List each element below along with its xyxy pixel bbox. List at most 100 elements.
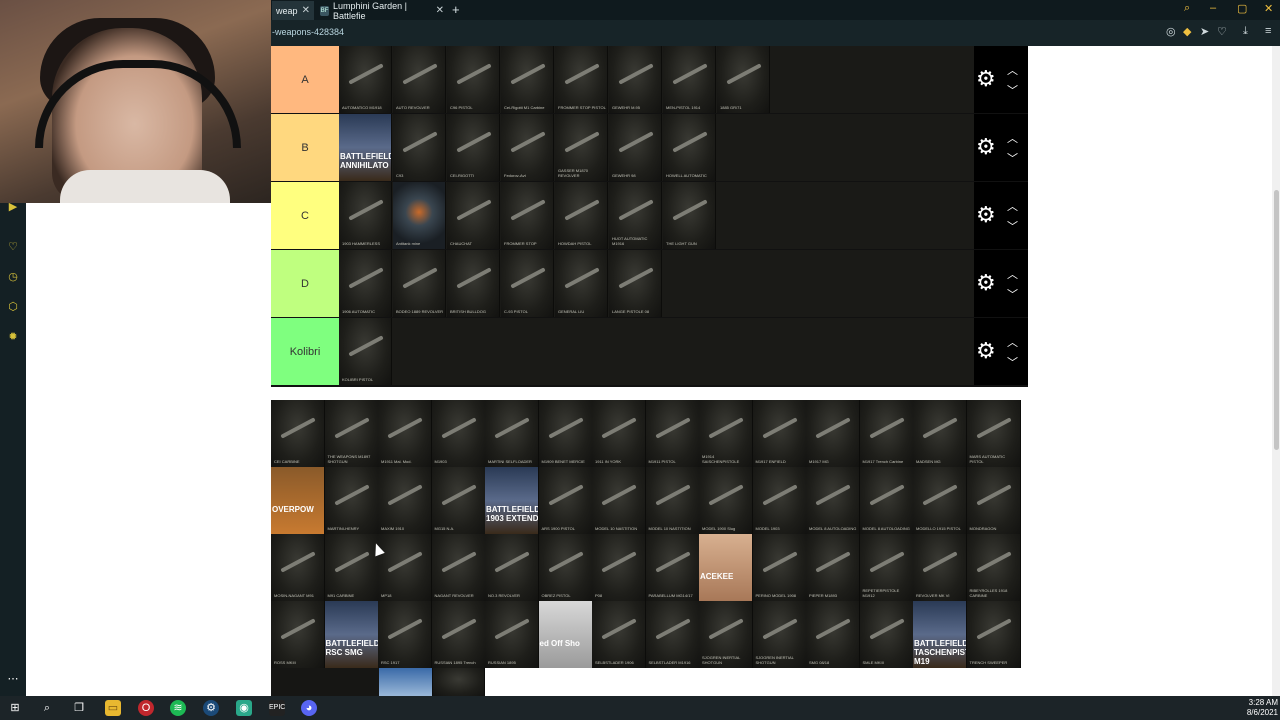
tier-label[interactable]: A: [271, 46, 339, 113]
weapon-card[interactable]: KOLIBRI PISTOL: [339, 318, 392, 385]
weapon-card[interactable]: SMLE MKIII: [859, 601, 914, 668]
weapon-card[interactable]: SELBSTLADER 1906: [592, 601, 646, 668]
tier-label[interactable]: B: [271, 114, 339, 181]
weapon-card[interactable]: BRITISH BULLDOG: [447, 250, 500, 317]
weapon-card[interactable]: ed Off Sho: [538, 601, 593, 668]
weapon-card[interactable]: MG15 N.A.: [431, 467, 486, 534]
weapon-card[interactable]: GENERAL LIU: [555, 250, 608, 317]
weapon-card[interactable]: REVOLVER MK VI: [913, 534, 967, 601]
weapon-card[interactable]: 1911 IN YORK: [592, 400, 646, 467]
tier-label[interactable]: Kolibri: [271, 318, 339, 385]
weapon-card[interactable]: NAGANT REVOLVER: [431, 534, 486, 601]
chevron-up-icon[interactable]: ︿: [1007, 130, 1018, 146]
weapon-card[interactable]: Fedorov-Avt: [501, 114, 554, 181]
weapon-card[interactable]: [433, 668, 485, 696]
file-explorer-icon[interactable]: ▭: [105, 700, 121, 716]
weapon-card[interactable]: AUTO REVOLVER: [393, 46, 446, 113]
weapon-card[interactable]: C96 PISTOL: [447, 46, 500, 113]
weapon-card[interactable]: SJOGREN INERTIAL SHOTGUN: [699, 601, 753, 668]
spotify-icon[interactable]: ≋: [170, 700, 186, 716]
task-view-icon[interactable]: ❐: [71, 700, 87, 716]
weapon-card[interactable]: 1885 GR/71: [717, 46, 770, 113]
weapon-card[interactable]: MAXIM 1910: [378, 467, 432, 534]
gear-icon[interactable]: ⚙: [976, 68, 996, 90]
weapon-card[interactable]: MADSEN MG: [913, 400, 967, 467]
weapon-card[interactable]: GASSER M1870 REVOLVER: [555, 114, 608, 181]
weapon-card[interactable]: HOWDAH PISTOL: [555, 182, 608, 249]
weapon-card[interactable]: BATTLEFIELD RSC SMG: [324, 601, 379, 668]
weapon-card[interactable]: MONDRAGON: [966, 467, 1021, 534]
system-clock[interactable]: 3:28 AM 8/6/2021: [1236, 698, 1278, 718]
weapon-card[interactable]: GEWEHR 98: [609, 114, 662, 181]
scrollbar-thumb[interactable]: [1274, 190, 1279, 450]
search-icon[interactable]: ⌕: [1184, 2, 1190, 15]
weapon-card[interactable]: TRENCH SWEEPER: [966, 601, 1021, 668]
weapon-card[interactable]: BATTLEFIELD 1903 EXTEND: [485, 467, 539, 534]
weapon-card[interactable]: RSC 1917: [378, 601, 432, 668]
close-icon[interactable]: ✕: [298, 5, 310, 16]
weapon-card[interactable]: THE WEAPONS M1897 SHOTGUN: [324, 400, 379, 467]
chevron-up-icon[interactable]: ︿: [1007, 266, 1018, 282]
weapon-card[interactable]: P08: [592, 534, 646, 601]
weapon-card[interactable]: CHAUCHAT: [447, 182, 500, 249]
weapon-card[interactable]: PARABELLUM MG14/17: [645, 534, 700, 601]
tier-label[interactable]: D: [271, 250, 339, 317]
weapon-card[interactable]: PIEPER M1893: [806, 534, 860, 601]
url-field[interactable]: -weapons-428384: [272, 27, 344, 37]
heart-icon[interactable]: ♡: [6, 240, 20, 254]
weapon-card[interactable]: M1914 SAISCHENPISTOLE: [699, 400, 753, 467]
weapon-card[interactable]: OVERPOW: [271, 467, 325, 534]
weapon-card[interactable]: SELBSTLADER M1916: [645, 601, 700, 668]
menu-icon[interactable]: ≡: [1265, 25, 1271, 37]
weapon-card[interactable]: MOSIN-NAGANT M91: [271, 534, 325, 601]
chevron-up-icon[interactable]: ︿: [1007, 334, 1018, 350]
weapon-card[interactable]: C93: [393, 114, 446, 181]
discord-icon[interactable]: ◕: [301, 700, 317, 716]
more-icon[interactable]: ⋯: [6, 672, 20, 686]
weapon-card[interactable]: CEI CARBINE: [271, 400, 325, 467]
shield-icon[interactable]: ◆: [1183, 25, 1191, 38]
weapon-card[interactable]: RUSSIAN 1895: [485, 601, 539, 668]
tier-label[interactable]: C: [271, 182, 339, 249]
weapon-card[interactable]: M1917 ENFIELD: [752, 400, 807, 467]
weapon-card[interactable]: M1911 Mal. Mod.: [378, 400, 432, 467]
new-tab-button[interactable]: +: [452, 2, 460, 17]
weapon-card[interactable]: PERINO MODEL 1908: [752, 534, 807, 601]
weapon-card[interactable]: THE LIGHT GUN: [663, 182, 716, 249]
weapon-card[interactable]: BATTLEFIELD TASCHENPISTOLE M19: [913, 601, 967, 668]
minimize-icon[interactable]: –: [1210, 2, 1216, 14]
weapon-card[interactable]: Cei-Rigotti M1 Carbine: [501, 46, 554, 113]
weapon-card[interactable]: RUSSIAN 1895 Trench: [431, 601, 486, 668]
gear-icon[interactable]: ⚙: [976, 340, 996, 362]
weapon-card[interactable]: 1906 AUTOMATIC: [339, 250, 392, 317]
weapon-card[interactable]: MODEL 1903: [752, 467, 807, 534]
weapon-card[interactable]: M1903: [431, 400, 486, 467]
windows-icon[interactable]: ⊞: [7, 700, 23, 716]
weapon-card[interactable]: FROMMER STOP PISTOL: [555, 46, 608, 113]
chevron-down-icon[interactable]: ﹀: [1007, 150, 1018, 166]
camera-icon[interactable]: ◎: [1166, 25, 1176, 38]
weapon-card[interactable]: REPETIERPISTOLE M1912: [859, 534, 914, 601]
weapon-card[interactable]: GEWEHR M.95: [609, 46, 662, 113]
box-icon[interactable]: ⬡: [6, 300, 20, 314]
weapon-card[interactable]: RIBEYROLLES 1918 CARBINE: [966, 534, 1021, 601]
chevron-up-icon[interactable]: ︿: [1007, 198, 1018, 214]
weapon-card[interactable]: MODELLO 1915 PISTOL: [913, 467, 967, 534]
weapon-card[interactable]: MODEL 1900 Slug: [699, 467, 753, 534]
gear-icon[interactable]: ⚙: [976, 204, 996, 226]
chevron-down-icon[interactable]: ﹀: [1007, 354, 1018, 370]
maximize-icon[interactable]: ▢: [1237, 2, 1247, 15]
download-icon[interactable]: ⤓: [1243, 25, 1248, 38]
weapon-card[interactable]: [379, 668, 433, 696]
weapon-card[interactable]: ARS 1900 PISTOL: [538, 467, 593, 534]
weapon-card[interactable]: HUOT AUTOMATIC M1916: [609, 182, 662, 249]
weapon-card[interactable]: ROSS MKIII: [271, 601, 325, 668]
search-icon[interactable]: ⌕: [39, 700, 55, 716]
weapon-card[interactable]: MODEL 8 AUTOLOADING: [859, 467, 914, 534]
weapon-card[interactable]: BATTLEFIELD ANNIHILATO: [339, 114, 392, 181]
window-close-icon[interactable]: ✕: [1264, 2, 1273, 15]
weapon-card[interactable]: LANGE PISTOLE 08: [609, 250, 662, 317]
tab-weapons[interactable]: weap ✕: [272, 1, 314, 20]
weapon-card[interactable]: MODEL 8 AUTOLOADING: [806, 467, 860, 534]
weapon-card[interactable]: SMG 08/18: [806, 601, 860, 668]
